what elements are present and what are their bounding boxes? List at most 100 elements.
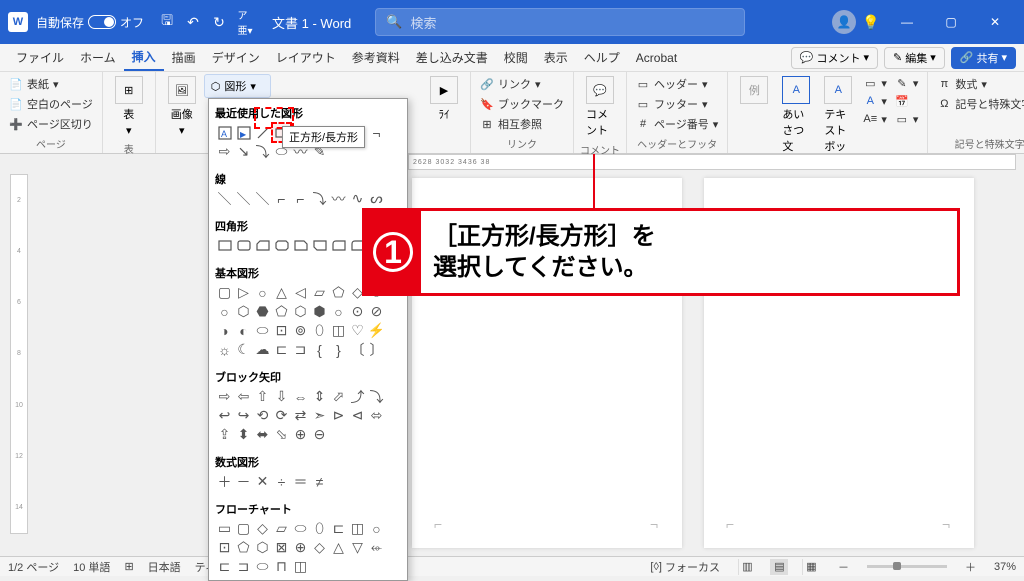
tab-review[interactable]: 校閲 [496, 44, 536, 71]
ar-19[interactable]: ⇪ [215, 425, 234, 444]
ar-12[interactable]: ⟲ [253, 406, 272, 425]
shapes-dropdown-button[interactable]: ⬡図形 ▾ [204, 74, 271, 98]
rect-5[interactable] [291, 236, 310, 255]
focus-mode-button[interactable]: [◊]フォーカス [646, 559, 724, 575]
ar-13[interactable]: ⟳ [272, 406, 291, 425]
shape-connector-1[interactable]: ↘ [234, 142, 253, 161]
fc-10[interactable]: ⊡ [215, 538, 234, 557]
bs-35[interactable]: 〔 [348, 340, 367, 359]
tab-acrobat[interactable]: Acrobat [628, 44, 685, 71]
ar-8[interactable]: ⤴ [348, 387, 367, 406]
bs-13[interactable]: ⬠ [272, 302, 291, 321]
line-3[interactable]: ＼ [253, 189, 272, 208]
object-button[interactable]: ▭▾ [892, 110, 922, 128]
ar-11[interactable]: ↪ [234, 406, 253, 425]
bs-19[interactable]: ◑ [215, 321, 234, 340]
bs-29[interactable]: ☾ [234, 340, 253, 359]
window-minimize-button[interactable]: — [886, 0, 928, 44]
ar-7[interactable]: ⬀ [329, 387, 348, 406]
status-language[interactable]: 日本語 [148, 559, 181, 575]
bs-24[interactable]: ⬯ [310, 321, 329, 340]
rect-1[interactable] [215, 236, 234, 255]
bs-33[interactable]: { [310, 340, 329, 359]
fc-7[interactable]: ⊏ [329, 519, 348, 538]
bs-36[interactable]: 〕 [367, 340, 386, 359]
bs-32[interactable]: ⊐ [291, 340, 310, 359]
eq-3[interactable]: ✕ [253, 472, 272, 491]
fc-16[interactable]: △ [329, 538, 348, 557]
fc-9[interactable]: ○ [367, 519, 386, 538]
fc-6[interactable]: ⬯ [310, 519, 329, 538]
shape-textbox-v[interactable]: ▶ [234, 123, 253, 142]
ar-1[interactable]: ⇨ [215, 387, 234, 406]
fc-23[interactable]: ◫ [291, 557, 310, 576]
ar-21[interactable]: ⬌ [253, 425, 272, 444]
pagenum-button[interactable]: #ページ番号 ▾ [633, 114, 721, 134]
shape-connector-2[interactable]: ⤵ [253, 142, 272, 161]
rect-2[interactable] [234, 236, 253, 255]
tab-home[interactable]: ホーム [72, 44, 124, 71]
bs-3[interactable]: ○ [253, 283, 272, 302]
fc-19[interactable]: ⊏ [215, 557, 234, 576]
ar-3[interactable]: ⇧ [253, 387, 272, 406]
signature-button[interactable]: ✎▾ [892, 74, 922, 92]
bs-7[interactable]: ⬠ [329, 283, 348, 302]
fc-14[interactable]: ⊕ [291, 538, 310, 557]
bs-4[interactable]: △ [272, 283, 291, 302]
bs-1[interactable]: ▢ [215, 283, 234, 302]
dropcap-button[interactable]: A≡▾ [860, 110, 890, 128]
ar-22[interactable]: ⬂ [272, 425, 291, 444]
bs-34[interactable]: } [329, 340, 348, 359]
header-button[interactable]: ▭ヘッダー ▾ [633, 74, 721, 94]
fc-18[interactable]: ⬰ [367, 538, 386, 557]
bs-20[interactable]: ◐ [234, 321, 253, 340]
ar-6[interactable]: ⇕ [310, 387, 329, 406]
eq-1[interactable]: ＋ [215, 472, 234, 491]
tab-draw[interactable]: 描画 [164, 44, 204, 71]
ar-17[interactable]: ⊲ [348, 406, 367, 425]
bs-18[interactable]: ⊘ [367, 302, 386, 321]
ar-20[interactable]: ⬍ [234, 425, 253, 444]
ar-23[interactable]: ⊕ [291, 425, 310, 444]
eq-2[interactable]: － [234, 472, 253, 491]
symbol-button[interactable]: Ω記号と特殊文字 ▾ [934, 94, 1024, 114]
bs-17[interactable]: ⊙ [348, 302, 367, 321]
user-avatar-icon[interactable]: 👤 [832, 10, 856, 34]
wordart-button[interactable]: A▾ [860, 92, 890, 110]
ar-2[interactable]: ⇦ [234, 387, 253, 406]
window-maximize-button[interactable]: ▢ [930, 0, 972, 44]
rect-6[interactable] [310, 236, 329, 255]
web-layout-icon[interactable]: ▦ [802, 559, 820, 575]
line-7[interactable]: 〰 [329, 189, 348, 208]
fc-22[interactable]: ⊓ [272, 557, 291, 576]
line-9[interactable]: ᔕ [367, 189, 386, 208]
zoom-out-button[interactable]: － [834, 559, 853, 575]
link-button[interactable]: 🔗リンク ▾ [477, 74, 567, 94]
quickaccess-more-icon[interactable]: ア亜▾ [232, 9, 258, 35]
fc-11[interactable]: ⬠ [234, 538, 253, 557]
fc-8[interactable]: ◫ [348, 519, 367, 538]
fc-15[interactable]: ◇ [310, 538, 329, 557]
fc-13[interactable]: ⊠ [272, 538, 291, 557]
shape-bracket-r[interactable]: ¬ [367, 123, 386, 142]
bs-12[interactable]: ⬣ [253, 302, 272, 321]
line-1[interactable]: ＼ [215, 189, 234, 208]
tab-help[interactable]: ヘルプ [576, 44, 628, 71]
tab-references[interactable]: 参考資料 [344, 44, 408, 71]
status-page[interactable]: 1/2 ページ [8, 559, 59, 575]
read-mode-icon[interactable]: ▥ [738, 559, 756, 575]
ar-14[interactable]: ⇄ [291, 406, 310, 425]
eq-6[interactable]: ≠ [310, 472, 329, 491]
zoom-slider[interactable] [867, 565, 947, 568]
ar-4[interactable]: ⇩ [272, 387, 291, 406]
redo-icon[interactable]: ↻ [206, 9, 232, 35]
line-2[interactable]: ＼ [234, 189, 253, 208]
print-layout-icon[interactable]: ▤ [770, 559, 788, 575]
bs-14[interactable]: ⬡ [291, 302, 310, 321]
line-6[interactable]: ⤵ [310, 189, 329, 208]
status-words[interactable]: 10 単語 [73, 559, 110, 575]
line-5[interactable]: ⌐ [291, 189, 310, 208]
fc-20[interactable]: ⊐ [234, 557, 253, 576]
new-comment-button[interactable]: 💬コメント [580, 74, 620, 140]
line-4[interactable]: ⌐ [272, 189, 291, 208]
